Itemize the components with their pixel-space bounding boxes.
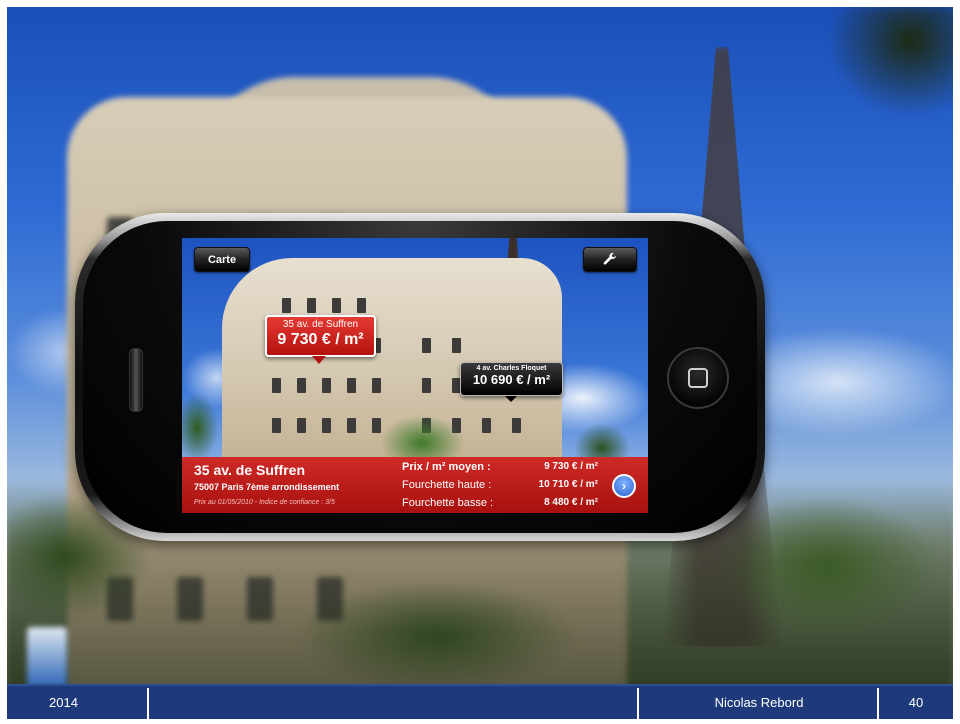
slide-footer: 2014 Nicolas Rebord 40 [7,684,953,719]
footer-page-number: 40 [908,695,924,710]
map-button[interactable]: Carte [194,247,250,272]
price-tag-address: 4 av. Charles Floquet [476,365,547,372]
details-arrow-icon[interactable]: › [612,474,636,498]
info-value: 10 710 € / m² [538,479,598,490]
price-tag-address: 35 av. de Suffren [282,319,359,330]
price-tag-selected[interactable]: 35 av. de Suffren 9 730 € / m² [265,315,376,364]
price-tag[interactable]: 4 av. Charles Floquet 10 690 € / m² [460,362,563,402]
info-label: Fourchette basse : [402,497,494,509]
property-info-bar[interactable]: 35 av. de Suffren 75007 Paris 7ème arron… [182,457,648,513]
phone-speaker [129,348,143,412]
info-date-note: Prix au 01/05/2010 - Indice de confiance… [194,499,335,506]
home-button[interactable] [667,347,729,409]
info-address: 35 av. de Suffren [194,462,306,478]
app-screen: Carte 35 av. de Suffren 9 730 € / m² 4 a… [182,238,648,513]
settings-button[interactable] [583,247,637,272]
info-value: 9 730 € / m² [544,461,598,472]
wrench-icon [603,252,616,264]
info-value: 8 480 € / m² [544,497,598,508]
info-label: Prix / m² moyen : [402,461,491,473]
background-sign [27,627,67,684]
camera-trees [182,388,648,468]
home-square-icon [688,368,708,388]
footer-divider [147,688,149,719]
background-leaves [827,7,953,117]
price-tag-price: 10 690 € / m² [472,372,551,387]
footer-author: Nicolas Rebord [714,695,804,710]
iphone-device: Carte 35 av. de Suffren 9 730 € / m² 4 a… [75,213,765,541]
info-city: 75007 Paris 7ème arrondissement [194,482,340,492]
info-label: Fourchette haute : [402,479,492,491]
footer-year: 2014 [49,695,78,710]
price-tag-price: 9 730 € / m² [277,331,364,348]
